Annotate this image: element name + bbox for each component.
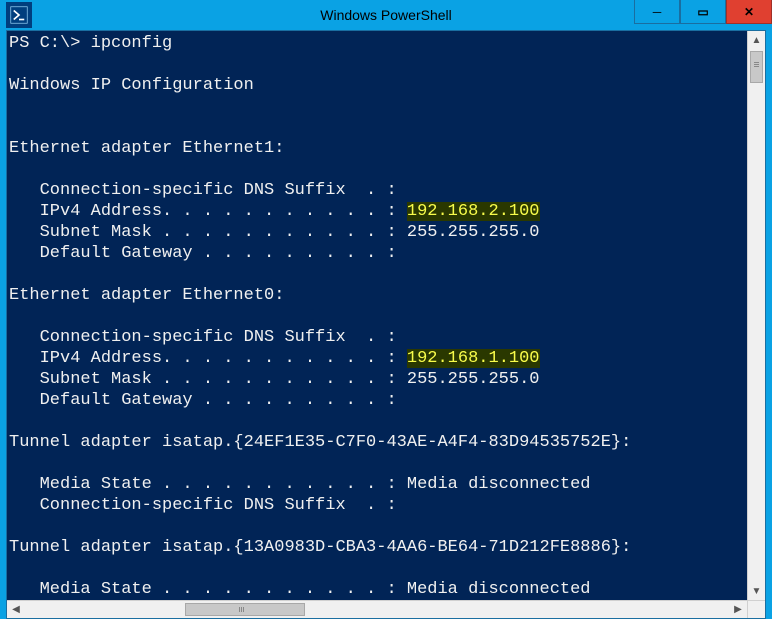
scroll-up-arrow-icon[interactable]: ▲ [748, 31, 765, 49]
powershell-icon [6, 2, 32, 28]
scrollbar-corner [747, 601, 765, 618]
scroll-down-arrow-icon[interactable]: ▼ [748, 582, 765, 600]
scroll-track[interactable] [25, 601, 729, 618]
vertical-scrollbar[interactable]: ▲ ▼ [747, 31, 765, 600]
client-area: PS C:\> ipconfig Windows IP Configuratio… [6, 30, 766, 619]
window-controls: ─ ▭ ✕ [634, 0, 772, 24]
titlebar[interactable]: Windows PowerShell ─ ▭ ✕ [0, 0, 772, 30]
highlighted-ip: 192.168.2.100 [407, 202, 540, 221]
close-button[interactable]: ✕ [726, 0, 772, 24]
minimize-button[interactable]: ─ [634, 0, 680, 24]
scroll-thumb[interactable] [750, 51, 763, 83]
console-output[interactable]: PS C:\> ipconfig Windows IP Configuratio… [7, 31, 747, 600]
powershell-window: Windows PowerShell ─ ▭ ✕ PS C:\> ipconfi… [0, 0, 772, 608]
maximize-button[interactable]: ▭ [680, 0, 726, 24]
highlighted-ip: 192.168.1.100 [407, 349, 540, 368]
scroll-thumb[interactable] [185, 603, 305, 616]
scroll-right-arrow-icon[interactable]: ▶ [729, 601, 747, 618]
window-title: Windows PowerShell [320, 7, 452, 23]
scroll-track[interactable] [748, 49, 765, 582]
horizontal-scrollbar[interactable]: ◀ ▶ [7, 600, 765, 618]
scroll-left-arrow-icon[interactable]: ◀ [7, 601, 25, 618]
